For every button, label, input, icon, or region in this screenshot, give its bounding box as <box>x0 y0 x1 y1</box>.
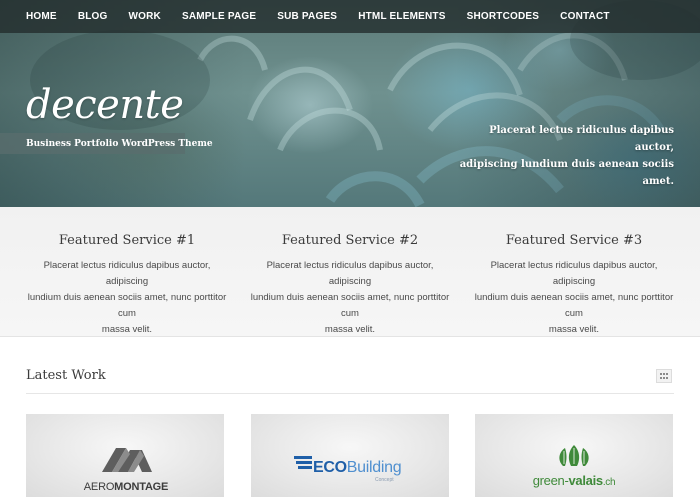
svg-text:AEROMONTAGE: AEROMONTAGE <box>84 481 168 493</box>
nav-item-work[interactable]: WORK <box>129 11 161 22</box>
feature-text-line: massa velit. <box>548 324 600 335</box>
section-divider <box>26 393 674 394</box>
logo-text-green: green- <box>533 473 569 488</box>
feature-text-line: massa velit. <box>101 324 153 335</box>
nav-item-shortcodes[interactable]: SHORTCODES <box>467 11 540 22</box>
feature-text-line: lundium duis aenean sociis amet, nunc po… <box>27 292 227 319</box>
featured-service-3: Featured Service #3 Placerat lectus ridi… <box>469 233 679 338</box>
feature-text-line: massa velit. <box>324 324 376 335</box>
logo-text-aero: AERO <box>84 481 115 493</box>
logo-text-eco: ECO <box>313 459 347 476</box>
site-tagline: Business Portfolio WordPress Theme <box>26 138 213 149</box>
feature-title[interactable]: Featured Service #3 <box>469 233 679 248</box>
logo-text-ch: .ch <box>603 477 615 488</box>
grid-view-button[interactable] <box>656 369 672 383</box>
site-logo[interactable]: decente <box>26 82 184 128</box>
logo-text-montage: MONTAGE <box>114 481 168 493</box>
feature-text: Placerat lectus ridiculus dapibus auctor… <box>245 258 455 338</box>
portfolio-item-green-valais[interactable]: green-valais.ch <box>475 414 673 497</box>
feature-title[interactable]: Featured Service #1 <box>22 233 232 248</box>
feature-text: Placerat lectus ridiculus dapibus auctor… <box>22 258 232 338</box>
hero-description-line-1: Placerat lectus ridiculus dapibus auctor… <box>489 125 674 153</box>
nav-item-html-elements[interactable]: HTML ELEMENTS <box>358 11 445 22</box>
feature-text-line: lundium duis aenean sociis amet, nunc po… <box>474 292 674 319</box>
featured-service-1: Featured Service #1 Placerat lectus ridi… <box>22 233 232 338</box>
hero-description-line-2: adipiscing lundium duis aenean sociis am… <box>459 159 674 187</box>
portfolio-item-ecobuilding[interactable]: ECOBuilding Concept <box>251 414 449 497</box>
feature-text-line: Placerat lectus ridiculus dapibus auctor… <box>490 260 658 287</box>
hero-description: Placerat lectus ridiculus dapibus auctor… <box>454 122 674 190</box>
portfolio-item-aeromontage[interactable]: AEROMONTAGE <box>26 414 224 497</box>
logo-text-building: Building <box>347 459 402 476</box>
main-navigation: HOME BLOG WORK SAMPLE PAGE SUB PAGES HTM… <box>0 0 700 33</box>
feature-text-line: lundium duis aenean sociis amet, nunc po… <box>250 292 450 319</box>
featured-service-2: Featured Service #2 Placerat lectus ridi… <box>245 233 455 338</box>
feature-title[interactable]: Featured Service #2 <box>245 233 455 248</box>
nav-item-home[interactable]: HOME <box>26 11 57 22</box>
aeromontage-logo: AEROMONTAGE <box>84 448 168 493</box>
nav-item-sample-page[interactable]: SAMPLE PAGE <box>182 11 256 22</box>
logo-text-concept: Concept <box>375 477 394 483</box>
tagline-box: Business Portfolio WordPress Theme <box>0 133 213 154</box>
feature-text: Placerat lectus ridiculus dapibus auctor… <box>469 258 679 338</box>
nav-item-blog[interactable]: BLOG <box>78 11 108 22</box>
featured-services: Featured Service #1 Placerat lectus ridi… <box>0 207 700 337</box>
latest-work-title: Latest Work <box>26 368 106 383</box>
nav-item-contact[interactable]: CONTACT <box>560 11 610 22</box>
svg-text:green-valais.ch: green-valais.ch <box>533 473 616 488</box>
ecobuilding-logo: ECOBuilding Concept <box>294 456 402 483</box>
svg-text:ECOBuilding: ECOBuilding <box>313 459 401 476</box>
grid-icon <box>660 373 668 379</box>
feature-text-line: Placerat lectus ridiculus dapibus auctor… <box>43 260 211 287</box>
logo-text-valais: valais <box>568 473 602 488</box>
nav-item-sub-pages[interactable]: SUB PAGES <box>277 11 337 22</box>
hero-banner: HOME BLOG WORK SAMPLE PAGE SUB PAGES HTM… <box>0 0 700 207</box>
green-valais-logo: green-valais.ch <box>533 445 616 488</box>
feature-text-line: Placerat lectus ridiculus dapibus auctor… <box>266 260 434 287</box>
